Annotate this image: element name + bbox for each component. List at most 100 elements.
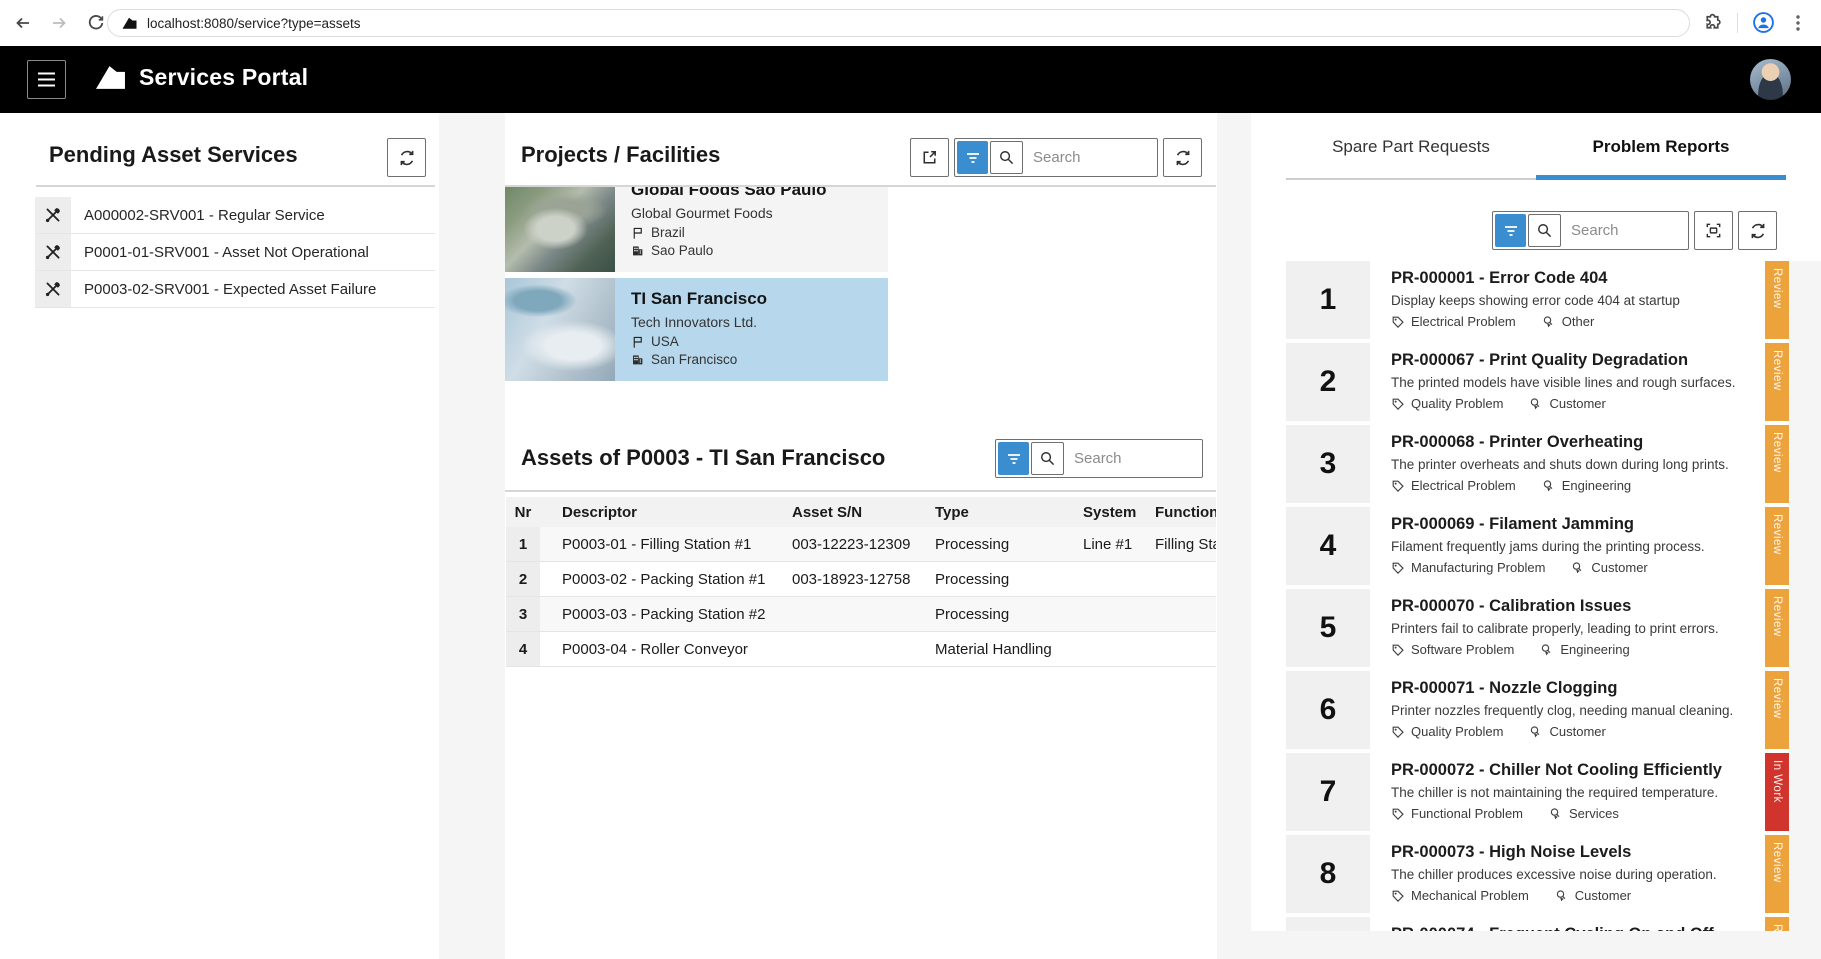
problem-report-item[interactable]: 2 PR-000067 - Print Quality Degradation … xyxy=(1286,343,1789,421)
origin-detection-icon xyxy=(1542,479,1556,493)
origin-detection-icon xyxy=(1542,315,1556,329)
report-tags: Manufacturing Problem Customer xyxy=(1391,560,1765,575)
projects-title: Projects / Facilities xyxy=(521,142,720,168)
problem-report-item[interactable]: 6 PR-000071 - Nozzle Clogging Printer no… xyxy=(1286,671,1789,749)
report-tags: Electrical Problem Other xyxy=(1391,314,1765,329)
pending-service-item[interactable]: A000002-SRV001 - Regular Service xyxy=(35,197,435,234)
report-title: PR-000072 - Chiller Not Cooling Efficien… xyxy=(1391,761,1765,780)
problem-type-tag: Electrical Problem xyxy=(1391,314,1516,329)
report-description: The chiller is not maintaining the requi… xyxy=(1391,785,1765,800)
service-tools-icon xyxy=(35,197,71,233)
problem-type-tag: Quality Problem xyxy=(1391,724,1503,739)
open-external-button[interactable] xyxy=(910,138,949,177)
user-avatar[interactable] xyxy=(1750,59,1791,100)
pending-services-panel: Pending Asset Services A000002-SRV001 - … xyxy=(0,113,439,959)
problem-report-item[interactable]: 5 PR-000070 - Calibration Issues Printer… xyxy=(1286,589,1789,667)
report-number: 8 xyxy=(1286,835,1370,913)
projects-search-input[interactable] xyxy=(1023,149,1157,166)
facility-photo xyxy=(505,278,615,381)
app-logo xyxy=(95,63,126,91)
asset-serial xyxy=(792,597,935,631)
report-status-ribbon: In Work xyxy=(1765,753,1789,831)
asset-table-row[interactable]: 3 P0003-03 - Packing Station #2 Processi… xyxy=(506,597,1216,632)
asset-descriptor: P0003-03 - Packing Station #2 xyxy=(562,597,792,631)
pending-service-item[interactable]: P0003-02-SRV001 - Expected Asset Failure xyxy=(35,271,435,308)
pending-service-label: P0003-02-SRV001 - Expected Asset Failure xyxy=(71,271,376,307)
tab-spare-part-requests[interactable]: Spare Part Requests xyxy=(1286,113,1536,180)
origin-detection-icon xyxy=(1549,807,1563,821)
report-description: Printers fail to calibrate properly, lea… xyxy=(1391,621,1765,636)
report-title: PR-000073 - High Noise Levels xyxy=(1391,843,1765,862)
app-title: Services Portal xyxy=(139,64,308,91)
browser-back-icon[interactable] xyxy=(13,13,33,33)
browser-forward-icon[interactable] xyxy=(49,13,69,33)
col-function: Function xyxy=(1155,497,1216,527)
report-description: The printer overheats and shuts down dur… xyxy=(1391,457,1765,472)
assets-search-button[interactable] xyxy=(1031,442,1064,475)
address-bar[interactable]: localhost:8080/service?type=assets xyxy=(107,9,1690,37)
origin-tag: Customer xyxy=(1529,724,1605,739)
asset-table-row[interactable]: 1 P0003-01 - Filling Station #1 003-1222… xyxy=(506,527,1216,562)
report-description: Printer nozzles frequently clog, needing… xyxy=(1391,703,1765,718)
tab-underline xyxy=(1286,178,1536,180)
projects-refresh-button[interactable] xyxy=(1163,138,1202,177)
reports-bottom-gutter xyxy=(1251,931,1821,959)
origin-tag: Engineering xyxy=(1540,642,1629,657)
projects-panel: Projects / Facilities xyxy=(505,113,1217,959)
menu-button[interactable] xyxy=(27,60,66,99)
facility-card[interactable]: TI San Francisco Tech Innovators Ltd. US… xyxy=(505,278,888,381)
origin-tag: Customer xyxy=(1555,888,1631,903)
report-number: 5 xyxy=(1286,589,1370,667)
reports-filter-button[interactable] xyxy=(1495,214,1526,247)
assets-divider xyxy=(505,490,1216,492)
asset-descriptor: P0003-02 - Packing Station #1 xyxy=(562,562,792,596)
report-title: PR-000068 - Printer Overheating xyxy=(1391,433,1765,452)
report-description: The chiller produces excessive noise dur… xyxy=(1391,867,1765,882)
problem-report-item[interactable]: 9 PR-000074 - Frequent Cycling On and Of… xyxy=(1286,917,1789,931)
asset-type: Material Handling xyxy=(935,632,1083,666)
reports-expand-button[interactable] xyxy=(1694,211,1733,250)
tag-icon xyxy=(1391,725,1405,739)
reports-search-input[interactable] xyxy=(1561,222,1688,239)
problem-report-item[interactable]: 3 PR-000068 - Printer Overheating The pr… xyxy=(1286,425,1789,503)
report-number: 3 xyxy=(1286,425,1370,503)
asset-system xyxy=(1083,632,1155,666)
asset-function xyxy=(1155,562,1216,596)
browser-menu-icon[interactable] xyxy=(1789,13,1807,33)
facility-card[interactable]: Global Foods Sao Paulo Global Gourmet Fo… xyxy=(505,187,888,272)
pending-service-label: P0001-01-SRV001 - Asset Not Operational xyxy=(71,234,369,270)
report-status-ribbon: Review xyxy=(1765,671,1789,749)
asset-descriptor: P0003-01 - Filling Station #1 xyxy=(562,527,792,561)
asset-type: Processing xyxy=(935,562,1083,596)
report-title: PR-000070 - Calibration Issues xyxy=(1391,597,1765,616)
chrome-separator xyxy=(1737,13,1738,33)
asset-table-row[interactable]: 2 P0003-02 - Packing Station #1 003-1892… xyxy=(506,562,1216,597)
origin-detection-icon xyxy=(1571,561,1585,575)
projects-filter-button[interactable] xyxy=(957,141,988,174)
problem-report-item[interactable]: 4 PR-000069 - Filament Jamming Filament … xyxy=(1286,507,1789,585)
report-title: PR-000071 - Nozzle Clogging xyxy=(1391,679,1765,698)
reports-search-button[interactable] xyxy=(1528,214,1561,247)
profile-icon[interactable] xyxy=(1752,11,1775,34)
pending-services-refresh-button[interactable] xyxy=(387,138,426,177)
facility-company: Global Gourmet Foods xyxy=(631,205,872,221)
assets-search-input[interactable] xyxy=(1064,450,1202,467)
pending-service-item[interactable]: P0001-01-SRV001 - Asset Not Operational xyxy=(35,234,435,271)
tag-icon xyxy=(1391,397,1405,411)
problem-report-item[interactable]: 8 PR-000073 - High Noise Levels The chil… xyxy=(1286,835,1789,913)
projects-search-button[interactable] xyxy=(990,141,1023,174)
browser-refresh-icon[interactable] xyxy=(86,13,106,33)
facility-country: USA xyxy=(651,334,679,349)
problem-type-tag: Software Problem xyxy=(1391,642,1514,657)
reports-scrollbar-gutter[interactable] xyxy=(1789,261,1821,931)
extensions-icon[interactable] xyxy=(1702,12,1723,33)
tab-problem-reports[interactable]: Problem Reports xyxy=(1536,113,1786,180)
problem-report-item[interactable]: 7 PR-000072 - Chiller Not Cooling Effici… xyxy=(1286,753,1789,831)
asset-table-row[interactable]: 4 P0003-04 - Roller Conveyor Material Ha… xyxy=(506,632,1216,667)
assets-filter-button[interactable] xyxy=(998,442,1029,475)
refresh-icon xyxy=(397,148,417,168)
problem-report-item[interactable]: 1 PR-000001 - Error Code 404 Display kee… xyxy=(1286,261,1789,339)
reports-refresh-button[interactable] xyxy=(1738,211,1777,250)
flag-icon xyxy=(631,226,644,240)
asset-type: Processing xyxy=(935,527,1083,561)
